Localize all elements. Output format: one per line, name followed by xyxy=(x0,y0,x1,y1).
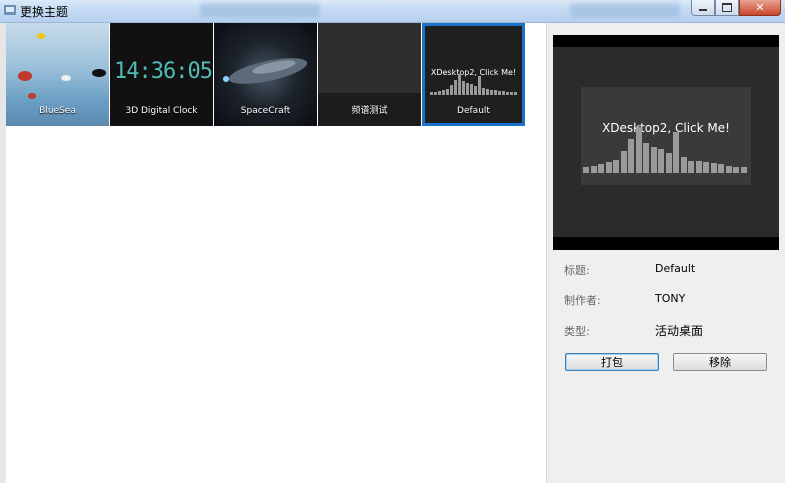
window-title: 更换主题 xyxy=(20,5,69,19)
spectrum-bar xyxy=(438,91,441,95)
spectrum-bar xyxy=(718,164,724,173)
spectrum-bar xyxy=(430,92,433,95)
spectrum-bar xyxy=(725,166,732,173)
app-icon xyxy=(4,5,16,15)
theme-label: SpaceCraft xyxy=(240,106,291,116)
spectrum-bar xyxy=(590,166,597,173)
spectrum-bar xyxy=(643,143,649,173)
spectrum-bar xyxy=(613,160,619,173)
theme-label: Default xyxy=(457,106,490,116)
spectrum-bar xyxy=(583,167,589,173)
spectrum-bar xyxy=(466,83,469,95)
background-blur-right xyxy=(570,3,680,17)
spectrum-bar xyxy=(650,147,657,173)
spectrum-bar xyxy=(490,90,493,95)
theme-preview[interactable]: XDesktop2, Click Me! xyxy=(553,35,779,250)
spectrum-bar xyxy=(598,164,604,173)
theme-tile-spacecraft[interactable]: SpaceCraft xyxy=(214,23,317,126)
fish-icon xyxy=(37,33,45,39)
close-button[interactable]: ✕ xyxy=(739,0,781,16)
title-bar[interactable]: 更换主题 ✕ xyxy=(0,0,785,23)
background-blur-left xyxy=(200,3,320,17)
spectrum-bar xyxy=(688,161,694,173)
fish-icon xyxy=(61,75,71,81)
minimize-icon xyxy=(699,9,707,11)
spectrum-bar xyxy=(620,151,627,173)
caption-buttons: ✕ xyxy=(691,0,781,16)
spectrum-bar xyxy=(628,139,634,173)
theme-label: 3D Digital Clock xyxy=(125,106,198,116)
spectrum-bar xyxy=(434,92,437,95)
maximize-icon xyxy=(722,3,732,12)
type-field-value: 活动桌面 xyxy=(655,324,704,338)
spectrum-bar xyxy=(458,74,461,95)
theme-label: 频谱测试 xyxy=(351,106,388,116)
remove-button[interactable]: 移除 xyxy=(673,353,767,371)
clock-digits: 14:36:05 xyxy=(114,59,213,84)
spectrum-bar xyxy=(665,153,672,173)
spectrum-bar xyxy=(462,81,465,95)
spectrum-bar xyxy=(703,162,709,173)
theme-label: BlueSea xyxy=(39,106,76,116)
preview-canvas: XDesktop2, Click Me! xyxy=(553,47,779,237)
theme-details-panel: XDesktop2, Click Me! 标题: Default 制作者: TO… xyxy=(546,23,785,483)
theme-tile-bluesea[interactable]: BlueSea xyxy=(6,23,109,126)
spectrum-bar xyxy=(486,89,489,95)
spectrum-bar xyxy=(514,92,517,95)
spectrum-bar xyxy=(510,92,513,95)
spectrum-bar xyxy=(470,84,473,95)
close-icon: ✕ xyxy=(755,1,765,14)
spectrum-bar xyxy=(506,92,509,95)
theme-tile-spectrum-test[interactable]: 频谱测试 xyxy=(318,23,421,126)
preview-box: XDesktop2, Click Me! xyxy=(581,87,751,185)
spectrum-bar xyxy=(450,85,453,95)
spectrum-bar xyxy=(482,88,485,95)
tile-spectrum-bars xyxy=(430,73,518,95)
fish-icon xyxy=(28,93,36,99)
author-field-value: TONY xyxy=(655,292,686,305)
spectrum-bar xyxy=(740,167,747,173)
theme-grid: BlueSea 14:36:05 3D Digital Clock SpaceC… xyxy=(6,23,526,126)
theme-list: BlueSea 14:36:05 3D Digital Clock SpaceC… xyxy=(0,23,545,483)
spectrum-bar xyxy=(673,132,679,173)
spectrum-bar xyxy=(680,157,687,173)
spectrum-bar xyxy=(658,149,664,173)
theme-tile-default[interactable]: XDesktop2, Click Me! Default xyxy=(422,23,525,126)
fish-icon xyxy=(18,71,32,81)
title-field-value: Default xyxy=(655,262,696,275)
theme-tile-3d-digital-clock[interactable]: 14:36:05 3D Digital Clock xyxy=(110,23,213,126)
spectrum-bar xyxy=(710,163,717,173)
fish-icon xyxy=(92,69,106,77)
spectrum-bar xyxy=(474,86,477,95)
spectrum-bar xyxy=(498,91,501,95)
type-field-label: 类型: xyxy=(564,325,590,338)
spectrum-bar xyxy=(446,89,449,95)
spectrum-bar xyxy=(635,127,642,173)
spectrum-bar xyxy=(478,76,481,95)
spectrum-bar xyxy=(442,90,445,95)
author-field-label: 制作者: xyxy=(564,294,601,307)
maximize-button[interactable] xyxy=(715,0,739,16)
minimize-button[interactable] xyxy=(691,0,715,16)
spectrum-bar xyxy=(494,90,497,95)
spectrum-bar xyxy=(454,80,457,95)
spectrum-bar xyxy=(733,167,739,173)
pack-button[interactable]: 打包 xyxy=(565,353,659,371)
spectrum-bar xyxy=(695,161,702,173)
spectrum-bar xyxy=(502,91,505,95)
spectrum-bar xyxy=(605,162,612,173)
preview-spectrum-bars xyxy=(583,125,748,173)
title-field-label: 标题: xyxy=(564,264,590,277)
